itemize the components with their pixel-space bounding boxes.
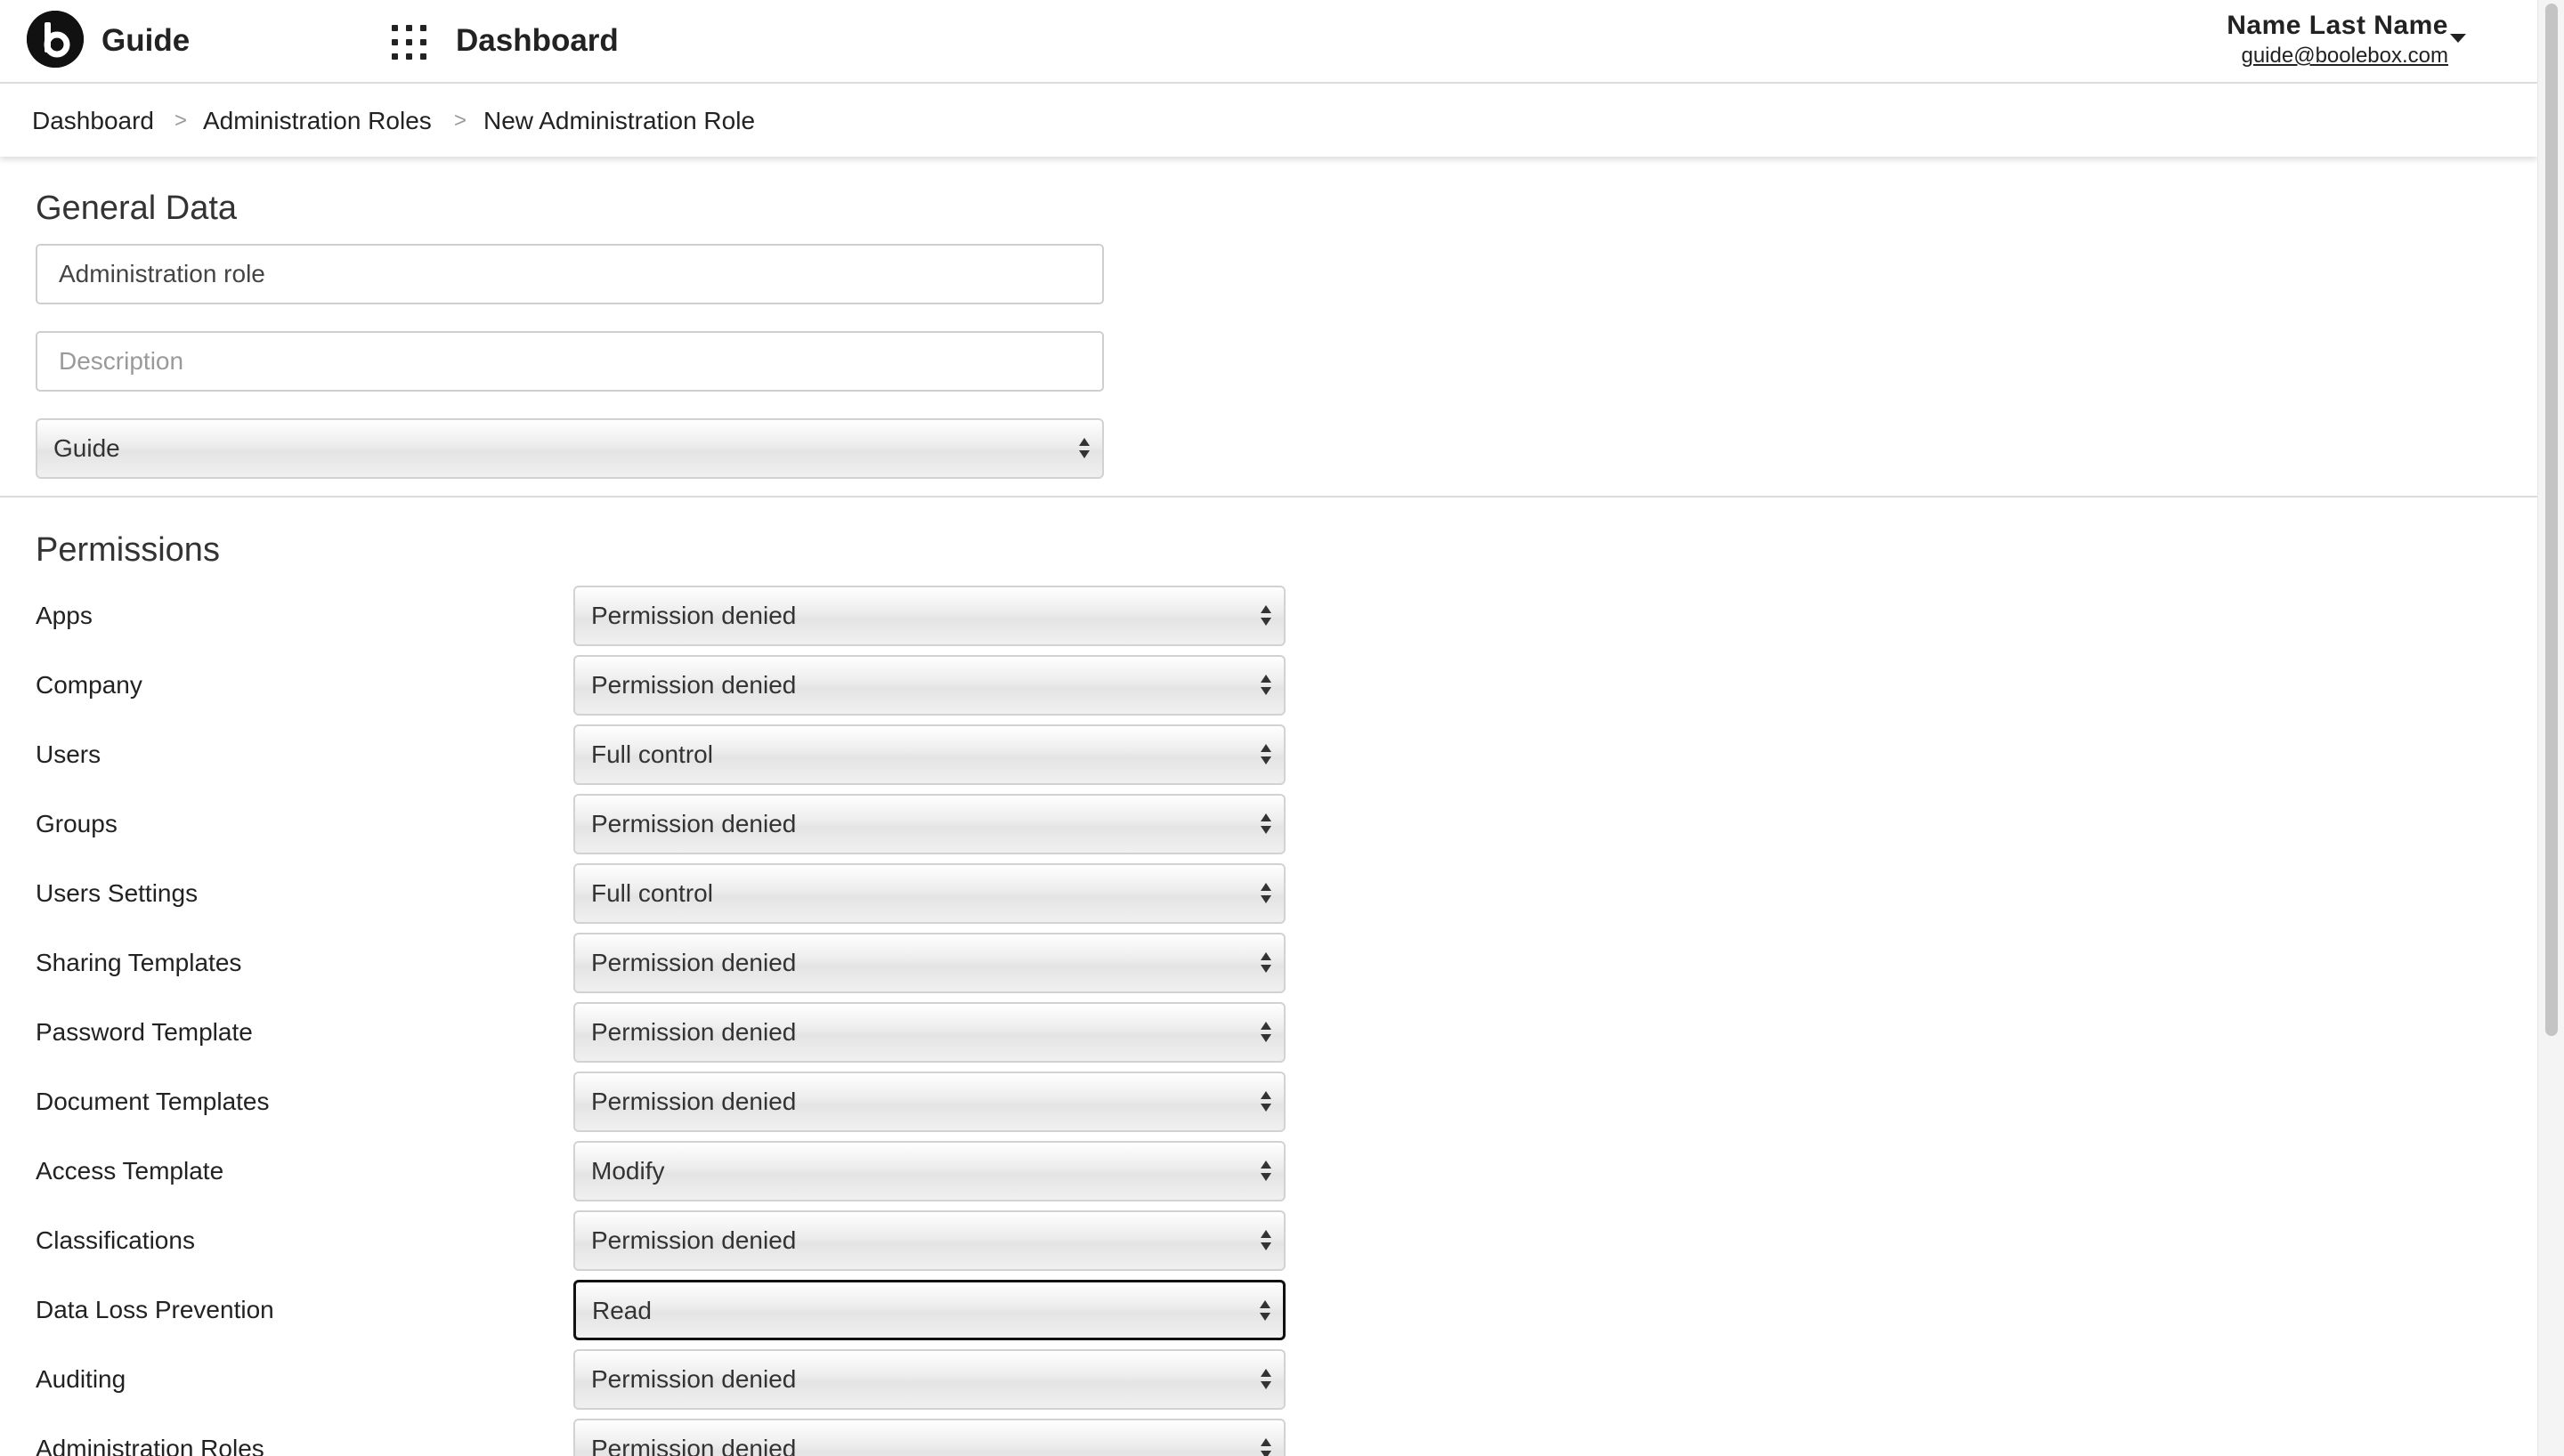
role-type-value: Guide bbox=[53, 434, 120, 462]
permission-label: Data Loss Prevention bbox=[36, 1296, 274, 1323]
permission-select-apps[interactable]: Permission denied bbox=[573, 586, 1286, 646]
top-bar: Guide Dashboard Name Last Name guide@boo… bbox=[0, 0, 2537, 84]
permission-label: Password Template bbox=[36, 1018, 253, 1046]
permission-value: Permission denied bbox=[591, 1435, 797, 1456]
permission-row-company: Company Permission denied bbox=[0, 655, 1335, 716]
permission-value: Permission denied bbox=[591, 1226, 797, 1254]
app-name: Guide bbox=[101, 23, 191, 58]
permission-select-classifications[interactable]: Permission denied bbox=[573, 1210, 1286, 1271]
permission-value: Permission denied bbox=[591, 1088, 797, 1115]
permission-value: Permission denied bbox=[591, 1365, 797, 1393]
permission-row-access-template: Access Template Modify bbox=[0, 1141, 1335, 1201]
user-menu[interactable]: Name Last Name guide@boolebox.com bbox=[2227, 9, 2484, 69]
permission-label: Apps bbox=[36, 602, 93, 629]
permission-row-sharing-templates: Sharing Templates Permission denied bbox=[0, 933, 1335, 993]
select-arrows-icon bbox=[1261, 1436, 1273, 1456]
scrollbar-thumb[interactable] bbox=[2545, 4, 2558, 1036]
page-title: Dashboard bbox=[456, 23, 619, 58]
description-input[interactable] bbox=[36, 331, 1104, 392]
permission-label: Users Settings bbox=[36, 879, 199, 907]
permission-select-password-template[interactable]: Permission denied bbox=[573, 1002, 1286, 1063]
general-data-title: General Data bbox=[36, 190, 238, 227]
permission-value: Full control bbox=[591, 879, 713, 907]
permission-value: Permission denied bbox=[591, 1018, 797, 1046]
permission-select-sharing-templates[interactable]: Permission denied bbox=[573, 933, 1286, 993]
permission-select-users[interactable]: Full control bbox=[573, 724, 1286, 785]
permission-row-users: Users Full control bbox=[0, 724, 1335, 785]
permission-value: Permission denied bbox=[591, 602, 797, 629]
permission-row-classifications: Classifications Permission denied bbox=[0, 1210, 1335, 1271]
permission-select-administration-roles[interactable]: Permission denied bbox=[573, 1419, 1286, 1456]
select-arrows-icon bbox=[1261, 812, 1273, 838]
permission-row-auditing: Auditing Permission denied bbox=[0, 1349, 1335, 1410]
section-divider bbox=[0, 496, 2537, 497]
permission-label: Users bbox=[36, 740, 101, 768]
permission-select-users-settings[interactable]: Full control bbox=[573, 863, 1286, 924]
select-arrows-icon bbox=[1261, 881, 1273, 908]
permission-label: Document Templates bbox=[36, 1088, 270, 1115]
select-arrows-icon bbox=[1261, 603, 1273, 630]
permission-label: Groups bbox=[36, 810, 118, 837]
select-arrows-icon bbox=[1261, 742, 1273, 769]
permission-row-groups: Groups Permission denied bbox=[0, 794, 1335, 854]
permissions-title: Permissions bbox=[36, 531, 220, 569]
permission-row-administration-roles: Administration Roles Permission denied bbox=[0, 1419, 1335, 1456]
user-name[interactable]: Name Last Name bbox=[2227, 9, 2448, 43]
permission-value: Permission denied bbox=[591, 810, 797, 837]
select-arrows-icon bbox=[1261, 1228, 1273, 1255]
select-arrows-icon bbox=[1260, 1298, 1272, 1325]
permission-row-apps: Apps Permission denied bbox=[0, 586, 1335, 646]
permission-row-data-loss-prevention: Data Loss Prevention Read bbox=[0, 1280, 1335, 1340]
permission-row-users-settings: Users Settings Full control bbox=[0, 863, 1335, 924]
permission-value: Modify bbox=[591, 1157, 665, 1185]
permission-select-document-templates[interactable]: Permission denied bbox=[573, 1072, 1286, 1132]
breadcrumb-administration-roles[interactable]: Administration Roles bbox=[203, 105, 432, 137]
permission-value: Permission denied bbox=[591, 671, 797, 699]
permission-value: Read bbox=[592, 1297, 652, 1324]
select-arrows-icon bbox=[1261, 1159, 1273, 1185]
permission-row-password-template: Password Template Permission denied bbox=[0, 1002, 1335, 1063]
permission-label: Administration Roles bbox=[36, 1435, 264, 1456]
permission-select-data-loss-prevention[interactable]: Read bbox=[573, 1280, 1286, 1340]
permission-select-auditing[interactable]: Permission denied bbox=[573, 1349, 1286, 1410]
breadcrumb-separator: > bbox=[454, 109, 467, 133]
caret-down-icon[interactable] bbox=[2450, 34, 2466, 43]
breadcrumb-new-administration-role: New Administration Role bbox=[483, 107, 756, 134]
select-arrows-icon bbox=[1079, 436, 1091, 463]
breadcrumb-dashboard[interactable]: Dashboard bbox=[32, 105, 154, 137]
breadcrumb: Dashboard > Administration Roles > New A… bbox=[0, 85, 2537, 157]
permission-select-groups[interactable]: Permission denied bbox=[573, 794, 1286, 854]
apps-grid-icon[interactable] bbox=[392, 25, 427, 61]
permission-value: Full control bbox=[591, 740, 713, 768]
role-name-input[interactable] bbox=[36, 244, 1104, 304]
permission-select-access-template[interactable]: Modify bbox=[573, 1141, 1286, 1201]
user-email-link[interactable]: guide@boolebox.com bbox=[2227, 43, 2448, 69]
permission-label: Classifications bbox=[36, 1226, 195, 1254]
role-type-select[interactable]: Guide bbox=[36, 418, 1104, 479]
permission-row-document-templates: Document Templates Permission denied bbox=[0, 1072, 1335, 1132]
boolebox-logo-icon[interactable] bbox=[27, 11, 84, 68]
select-arrows-icon bbox=[1261, 950, 1273, 977]
select-arrows-icon bbox=[1261, 1020, 1273, 1047]
permission-label: Company bbox=[36, 671, 142, 699]
select-arrows-icon bbox=[1261, 673, 1273, 700]
select-arrows-icon bbox=[1261, 1089, 1273, 1116]
permission-label: Sharing Templates bbox=[36, 949, 242, 976]
permission-label: Auditing bbox=[36, 1365, 126, 1393]
permission-value: Permission denied bbox=[591, 949, 797, 976]
select-arrows-icon bbox=[1261, 1367, 1273, 1394]
vertical-scrollbar[interactable] bbox=[2537, 0, 2564, 1456]
breadcrumb-separator: > bbox=[174, 109, 188, 133]
permission-select-company[interactable]: Permission denied bbox=[573, 655, 1286, 716]
permission-label: Access Template bbox=[36, 1157, 224, 1185]
